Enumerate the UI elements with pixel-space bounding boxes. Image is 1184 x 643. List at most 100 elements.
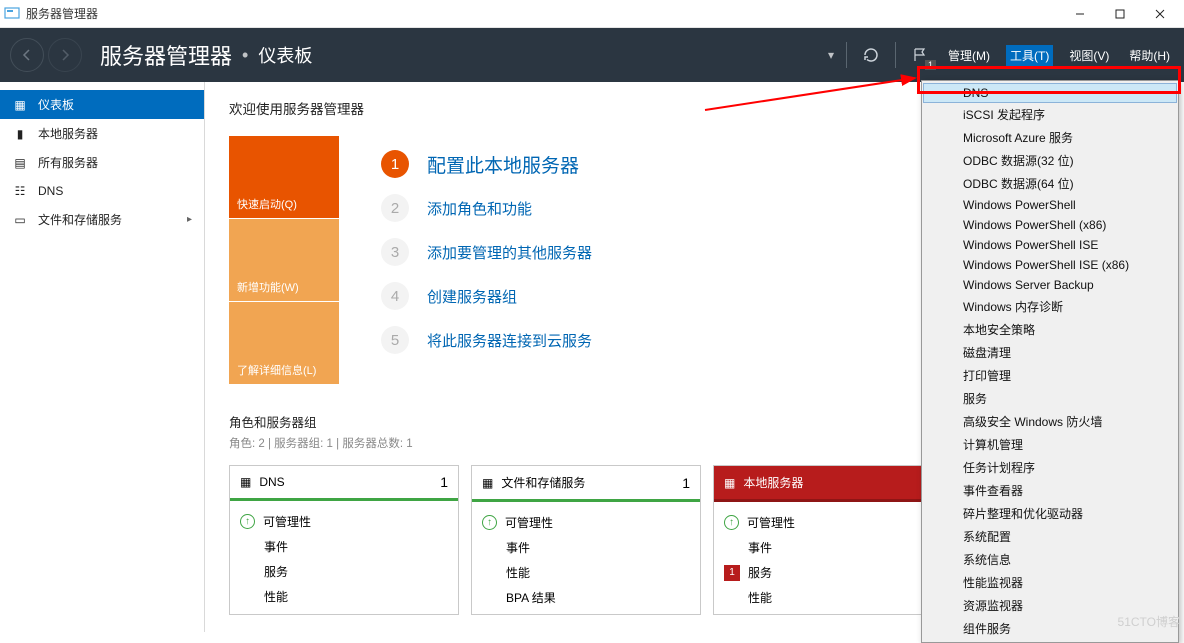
tile-row[interactable]: 事件 [724,535,932,560]
window-titlebar: 服务器管理器 [0,0,1184,28]
tools-menu-item[interactable]: Windows PowerShell (x86) [923,215,1177,235]
tools-menu-item[interactable]: DNS [923,83,1177,103]
tools-menu-item[interactable]: 服务 [923,387,1177,410]
nav-forward-button[interactable] [48,38,82,72]
sidebar-item-dashboard[interactable]: ▦仪表板 [0,90,204,119]
quickstart-tab[interactable]: 快速启动(Q) [229,136,339,218]
tile-row[interactable]: 性能 [724,585,932,610]
tile-row[interactable]: 事件 [482,535,690,560]
tile-icon: ▦ [240,475,251,489]
tile-row[interactable]: BPA 结果 [482,585,690,610]
tools-menu-item[interactable]: iSCSI 发起程序 [923,103,1177,126]
chevron-right-icon: ▸ [187,214,192,225]
breadcrumb: 服务器管理器 • 仪表板 [100,39,312,71]
sidebar-item-label: DNS [38,184,63,198]
tools-menu-item[interactable]: 磁盘清理 [923,341,1177,364]
tile-row-label: 服务 [748,564,772,581]
tools-menu-item[interactable]: ODBC 数据源(32 位) [923,149,1177,172]
tools-menu-item[interactable]: Windows Server Backup [923,275,1177,295]
tools-menu-item[interactable]: 系统信息 [923,548,1177,571]
tools-menu-item[interactable]: 系统配置 [923,525,1177,548]
chevron-right-icon: • [242,45,248,66]
tile-row[interactable]: ↑ 可管理性 [482,510,690,535]
close-button[interactable] [1140,1,1180,27]
tools-menu-item[interactable]: ODBC 数据源(64 位) [923,172,1177,195]
step-number: 1 [381,150,409,178]
tile-row[interactable]: ↑ 可管理性 [240,509,448,534]
minimize-button[interactable] [1060,1,1100,27]
sidebar-item-servers[interactable]: ▤所有服务器 [0,148,204,177]
tile-title: 本地服务器 [743,474,803,491]
tools-menu-item[interactable]: 计算机管理 [923,433,1177,456]
tile-icon: ▦ [724,476,735,490]
tile-icon: ▦ [482,476,493,490]
breadcrumb-current: 仪表板 [258,42,312,68]
header-ribbon: 服务器管理器 • 仪表板 ▾ 1 管理(M) 工具(T) 视图(V) 帮助(H) [0,28,1184,82]
tile-count: 1 [440,474,448,490]
tile-title: 文件和存储服务 [501,474,585,491]
notifications-flag-icon[interactable]: 1 [908,43,932,67]
sidebar-item-label: 文件和存储服务 [38,211,122,228]
step-label: 添加要管理的其他服务器 [427,242,592,263]
sidebar-item-storage[interactable]: ▭ 文件和存储服务 ▸ [0,205,204,234]
tile-row-label: 性能 [264,588,288,605]
tile-row-label: 性能 [506,564,530,581]
tile-row[interactable]: 性能 [482,560,690,585]
tools-menu-item[interactable]: 任务计划程序 [923,456,1177,479]
tools-menu-item[interactable]: Microsoft Azure 服务 [923,126,1177,149]
status-ok-icon: ↑ [482,515,497,530]
menu-tools[interactable]: 工具(T) [1006,45,1053,66]
app-icon [4,6,20,22]
tools-menu-item[interactable]: 高级安全 Windows 防火墙 [923,410,1177,433]
status-ok-icon: ↑ [724,515,739,530]
role-tile[interactable]: ▦文件和存储服务1↑可管理性事件性能BPA 结果 [471,465,701,615]
learnmore-tab[interactable]: 了解详细信息(L) [229,302,339,384]
whatsnew-tab[interactable]: 新增功能(W) [229,219,339,301]
tools-menu-item[interactable]: 性能监视器 [923,571,1177,594]
sidebar-item-server[interactable]: ▮ 本地服务器 [0,119,204,148]
tile-row-label: 事件 [264,538,288,555]
step-number: 2 [381,194,409,222]
server-icon: ▮ [12,126,28,142]
role-tile[interactable]: ▦DNS1↑可管理性事件服务性能 [229,465,459,615]
storage-icon: ▭ [12,212,28,228]
step-label: 配置此本地服务器 [427,151,579,178]
refresh-icon[interactable] [859,43,883,67]
sidebar-item-label: 仪表板 [38,96,74,113]
divider [846,42,847,68]
tile-row-label: 事件 [748,539,772,556]
breadcrumb-root[interactable]: 服务器管理器 [100,39,232,71]
tools-menu-item[interactable]: 打印管理 [923,364,1177,387]
tools-menu-item[interactable]: Windows PowerShell ISE (x86) [923,255,1177,275]
tile-row[interactable]: 性能 [240,584,448,609]
tools-menu-item[interactable]: Windows 内存诊断 [923,295,1177,318]
tile-row[interactable]: 事件 [240,534,448,559]
sidebar-item-dns[interactable]: ☷DNS [0,177,204,205]
menu-help[interactable]: 帮助(H) [1125,45,1174,66]
tools-menu-item[interactable]: 碎片整理和优化驱动器 [923,502,1177,525]
step-number: 4 [381,282,409,310]
menu-manage[interactable]: 管理(M) [944,45,994,66]
tile-row[interactable]: 1服务 [724,560,932,585]
tools-menu-item[interactable]: Windows PowerShell ISE [923,235,1177,255]
tile-row[interactable]: ↑ 可管理性 [724,510,932,535]
tile-header: ▦文件和存储服务1 [472,466,700,502]
role-tile[interactable]: ▦本地服务器1↑可管理性事件1服务性能 [713,465,943,615]
maximize-button[interactable] [1100,1,1140,27]
breadcrumb-dropdown-icon[interactable]: ▾ [828,48,834,62]
tools-menu-item[interactable]: 本地安全策略 [923,318,1177,341]
tile-row-label: BPA 结果 [506,589,556,606]
tile-row[interactable]: 服务 [240,559,448,584]
tile-row-label: 可管理性 [263,513,311,530]
status-ok-icon: ↑ [240,514,255,529]
tools-menu-item[interactable]: Windows PowerShell [923,195,1177,215]
nav-back-button[interactable] [10,38,44,72]
tools-menu-item[interactable]: 事件查看器 [923,479,1177,502]
divider [895,42,896,68]
tile-row-label: 可管理性 [505,514,553,531]
step-number: 5 [381,326,409,354]
step-number: 3 [381,238,409,266]
menu-view[interactable]: 视图(V) [1065,45,1113,66]
tile-row-label: 可管理性 [747,514,795,531]
sidebar-item-label: 本地服务器 [38,125,98,142]
